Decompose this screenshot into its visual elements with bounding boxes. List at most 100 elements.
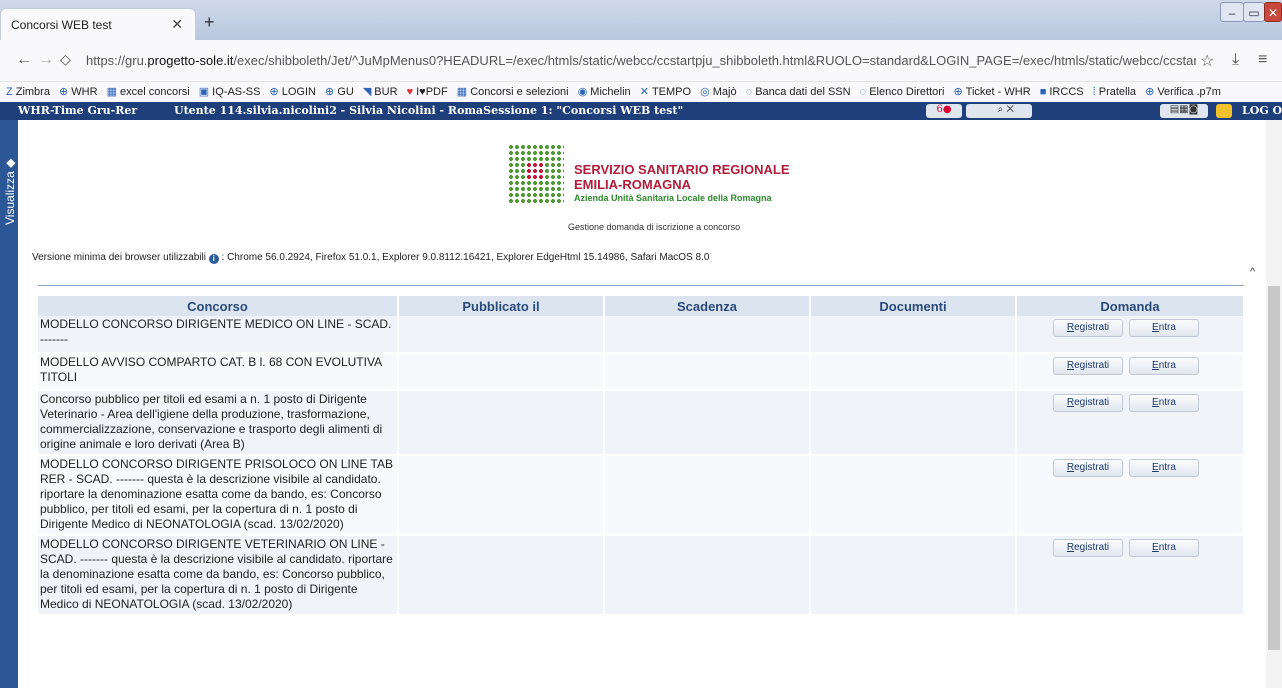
bookmark-flag-icon[interactable]	[1216, 104, 1232, 118]
cell-concorso: Concorso pubblico per titoli ed esami a …	[38, 390, 399, 456]
cell-domanda: Registrati Entra	[1016, 455, 1245, 536]
bookmark-star-icon[interactable]: ☆	[1200, 51, 1214, 71]
cell-pubblicato	[398, 535, 605, 616]
new-tab-button[interactable]: +	[204, 12, 215, 33]
cell-pubblicato	[398, 353, 605, 391]
bookmark-gu[interactable]: ⊕ GU	[325, 82, 354, 102]
column-header-scadenza: Scadenza	[604, 296, 811, 316]
app-header: WHR-Time Gru-Rer Utente 114.silvia.nicol…	[0, 102, 1282, 120]
column-header-documenti: Documenti	[810, 296, 1017, 316]
bookmark-michelin[interactable]: ◉ Michelin	[578, 82, 631, 102]
bookmark-icon: ◥	[362, 86, 372, 98]
browser-version-note: Versione minima dei browser utilizzabili…	[32, 252, 709, 264]
cell-documenti	[810, 353, 1017, 391]
bookmark-irccs[interactable]: ■ IRCCS	[1040, 82, 1084, 102]
cell-pubblicato	[398, 390, 605, 456]
bookmark-elenco-direttori[interactable]: ◌ Elenco Direttori	[860, 82, 945, 102]
globe-icon: ⊕	[953, 86, 963, 98]
shield-icon[interactable]: ◇	[60, 51, 71, 68]
entra-button[interactable]: Entra	[1129, 319, 1199, 337]
bookmarks-bar: Z Zimbra ⊕ WHR ▦ excel concorsi ▣ IQ-AS-SS ⊕…	[0, 82, 1282, 102]
search-icon[interactable]: ⌕ ✕	[966, 104, 1032, 118]
browser-tab[interactable]: Concorsi WEB test ✕	[0, 8, 196, 40]
table-row: MODELLO CONCORSO DIRIGENTE VETERINARIO O…	[38, 535, 1245, 616]
registrati-button[interactable]: Registrati	[1053, 459, 1123, 477]
back-arrow-icon[interactable]: ←	[16, 51, 32, 69]
url-path: /exec/shibboleth/Jet/^JuMpMenus0?HEADURL…	[233, 53, 1196, 68]
cell-domanda: Registrati Entra	[1016, 535, 1245, 616]
bookmark-label: Ticket - WHR	[965, 86, 1031, 98]
bookmark-label: Michelin	[590, 86, 631, 98]
column-header-pubblicato: Pubblicato il	[398, 296, 605, 316]
bookmark-label: Pratella	[1098, 86, 1137, 98]
visualizza-side-tab[interactable]: Visualizza ◆	[0, 120, 18, 688]
cell-documenti	[810, 390, 1017, 456]
toolbar-tools-icon[interactable]: ▤▦◙	[1160, 104, 1208, 118]
registrati-button[interactable]: Registrati	[1053, 357, 1123, 375]
scroll-up-icon[interactable]: ^	[1250, 266, 1255, 278]
cell-documenti	[810, 535, 1017, 616]
minimize-window-button[interactable]: –	[1220, 2, 1244, 22]
logout-button[interactable]: LOG OU	[1242, 104, 1282, 117]
bookmark-zimbra[interactable]: Z Zimbra	[6, 82, 50, 102]
bookmark-label: I♥PDF	[416, 86, 448, 98]
cell-domanda: Registrati Entra	[1016, 353, 1245, 391]
bookmark-tempo[interactable]: ✕ TEMPO	[640, 82, 691, 102]
registrati-button[interactable]: Registrati	[1053, 394, 1123, 412]
entra-button[interactable]: Entra	[1129, 539, 1199, 557]
heart-icon: ♥	[406, 86, 414, 98]
bookmark-icon: ◉	[577, 86, 588, 98]
bookmark-label: Verifica .p7m	[1157, 86, 1221, 98]
table-row: MODELLO CONCORSO DIRIGENTE MEDICO ON LIN…	[38, 316, 1245, 354]
bookmark-concorsi-selezioni[interactable]: ▦ Concorsi e selezioni	[457, 82, 569, 102]
table-row: MODELLO AVVISO COMPARTO CAT. B l. 68 CON…	[38, 353, 1245, 391]
globe-icon: ⊕	[59, 86, 69, 98]
bookmark-pratella[interactable]: ⁞ Pratella	[1093, 82, 1136, 102]
entra-button[interactable]: Entra	[1129, 394, 1199, 412]
registrati-button[interactable]: Registrati	[1053, 319, 1123, 337]
bookmark-ticket-whr[interactable]: ⊕ Ticket - WHR	[953, 82, 1030, 102]
user-session-info: Utente 114.silvia.nicolini2 - Silvia Nic…	[174, 104, 684, 117]
download-icon[interactable]: ⤓	[1232, 51, 1239, 69]
column-header-concorso: Concorso	[38, 296, 399, 316]
maximize-window-button[interactable]: ▭	[1243, 2, 1265, 22]
logo-line-2: EMILIA-ROMAGNA	[574, 177, 691, 192]
table-header-row: Concorso Pubblicato il Scadenza Document…	[38, 296, 1245, 316]
bookmark-whr[interactable]: ⊕ WHR	[59, 82, 98, 102]
scrollbar-thumb[interactable]	[1268, 286, 1280, 650]
bookmark-login[interactable]: ⊕ LOGIN	[270, 82, 316, 102]
notification-counter[interactable]: 6●	[926, 104, 962, 118]
browser-nav-bar: ← → ◇ https://gru.progetto-sole.it/exec/…	[0, 40, 1282, 82]
entra-button[interactable]: Entra	[1129, 357, 1199, 375]
bookmark-label: IQ-AS-SS	[212, 86, 261, 98]
bookmark-ilovepdf[interactable]: ♥ I♥PDF	[407, 82, 448, 102]
bookmark-excel-concorsi[interactable]: ▦ excel concorsi	[107, 82, 190, 102]
bookmark-verifica-p7m[interactable]: ⊕ Verifica .p7m	[1145, 82, 1221, 102]
close-tab-icon[interactable]: ✕	[171, 16, 183, 33]
close-window-button[interactable]: ✕	[1264, 2, 1282, 22]
address-bar[interactable]: https://gru.progetto-sole.it/exec/shibbo…	[86, 53, 1196, 68]
bookmark-label: BUR	[374, 86, 398, 98]
cell-domanda: Registrati Entra	[1016, 390, 1245, 456]
bookmark-majo[interactable]: ◎ Majò	[700, 82, 736, 102]
ssr-logo: SERVIZIO SANITARIO REGIONALE EMILIA-ROMA…	[508, 144, 789, 208]
bookmark-icon: ◌	[745, 86, 753, 98]
bookmark-iq-as-ss[interactable]: ▣ IQ-AS-SS	[199, 82, 261, 102]
bookmark-icon: ■	[1039, 86, 1047, 98]
table-row: Concorso pubblico per titoli ed esami a …	[38, 390, 1245, 456]
bookmark-banca-dati[interactable]: ◌ Banca dati del SSN	[746, 82, 851, 102]
bookmark-icon: ▦	[106, 86, 117, 98]
cell-concorso: MODELLO AVVISO COMPARTO CAT. B l. 68 CON…	[38, 353, 399, 391]
globe-icon: ⊕	[325, 86, 335, 98]
cell-scadenza	[604, 455, 811, 536]
cell-scadenza	[604, 316, 811, 354]
registrati-button[interactable]: Registrati	[1053, 539, 1123, 557]
menu-icon[interactable]: ≡	[1258, 51, 1267, 69]
bookmark-icon: ✕	[639, 86, 649, 98]
forward-arrow-icon[interactable]: →	[38, 51, 54, 69]
info-icon[interactable]: i	[208, 254, 219, 264]
page-subtitle: Gestione domanda di iscrizione a concors…	[568, 222, 741, 232]
bookmark-bur[interactable]: ◥ BUR	[363, 82, 398, 102]
entra-button[interactable]: Entra	[1129, 459, 1199, 477]
divider	[38, 285, 1244, 286]
